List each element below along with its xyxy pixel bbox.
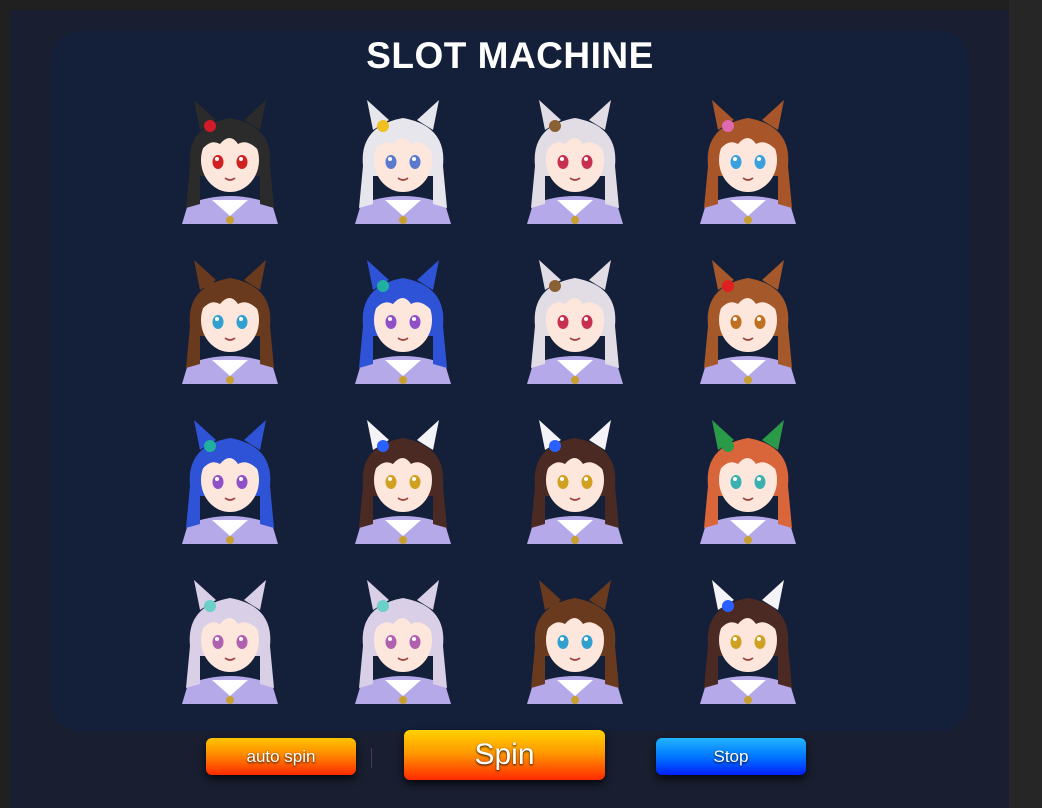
character-brown-hair-pink-bow-icon (678, 96, 818, 224)
character-brown-ponytail-glasses-icon (505, 576, 645, 704)
character-brown-ponytail-glasses-icon (160, 256, 300, 384)
character-brown-short-hair-red-flower-icon (678, 256, 818, 384)
character-orange-long-hair-green-icon (678, 416, 818, 544)
character-brown-hair-blue-streak-icon (333, 416, 473, 544)
character-silver-hair-gold-tiara-icon (333, 96, 473, 224)
spin-button[interactable]: Spin (404, 730, 605, 780)
reel-grid (50, 31, 970, 731)
divider (371, 748, 372, 768)
character-silver-hair-brown-hat-icon (505, 96, 645, 224)
window-edge (1009, 0, 1042, 808)
character-lavender-long-hair-icon (160, 576, 300, 704)
stop-button[interactable]: Stop (656, 738, 806, 775)
character-blue-twintails-icon (333, 256, 473, 384)
character-brown-hair-blue-streak-icon (678, 576, 818, 704)
slot-machine-app: SLOT MACHINE auto spin Spin Stop (10, 10, 1009, 808)
character-blue-twintails-icon (160, 416, 300, 544)
character-black-hair-red-ribbon-icon (160, 96, 300, 224)
character-brown-hair-blue-streak-icon (505, 416, 645, 544)
auto-spin-button[interactable]: auto spin (206, 738, 356, 775)
reel-panel: SLOT MACHINE (50, 31, 970, 731)
character-lavender-long-hair-icon (333, 576, 473, 704)
character-silver-hair-brown-hat-icon (505, 256, 645, 384)
